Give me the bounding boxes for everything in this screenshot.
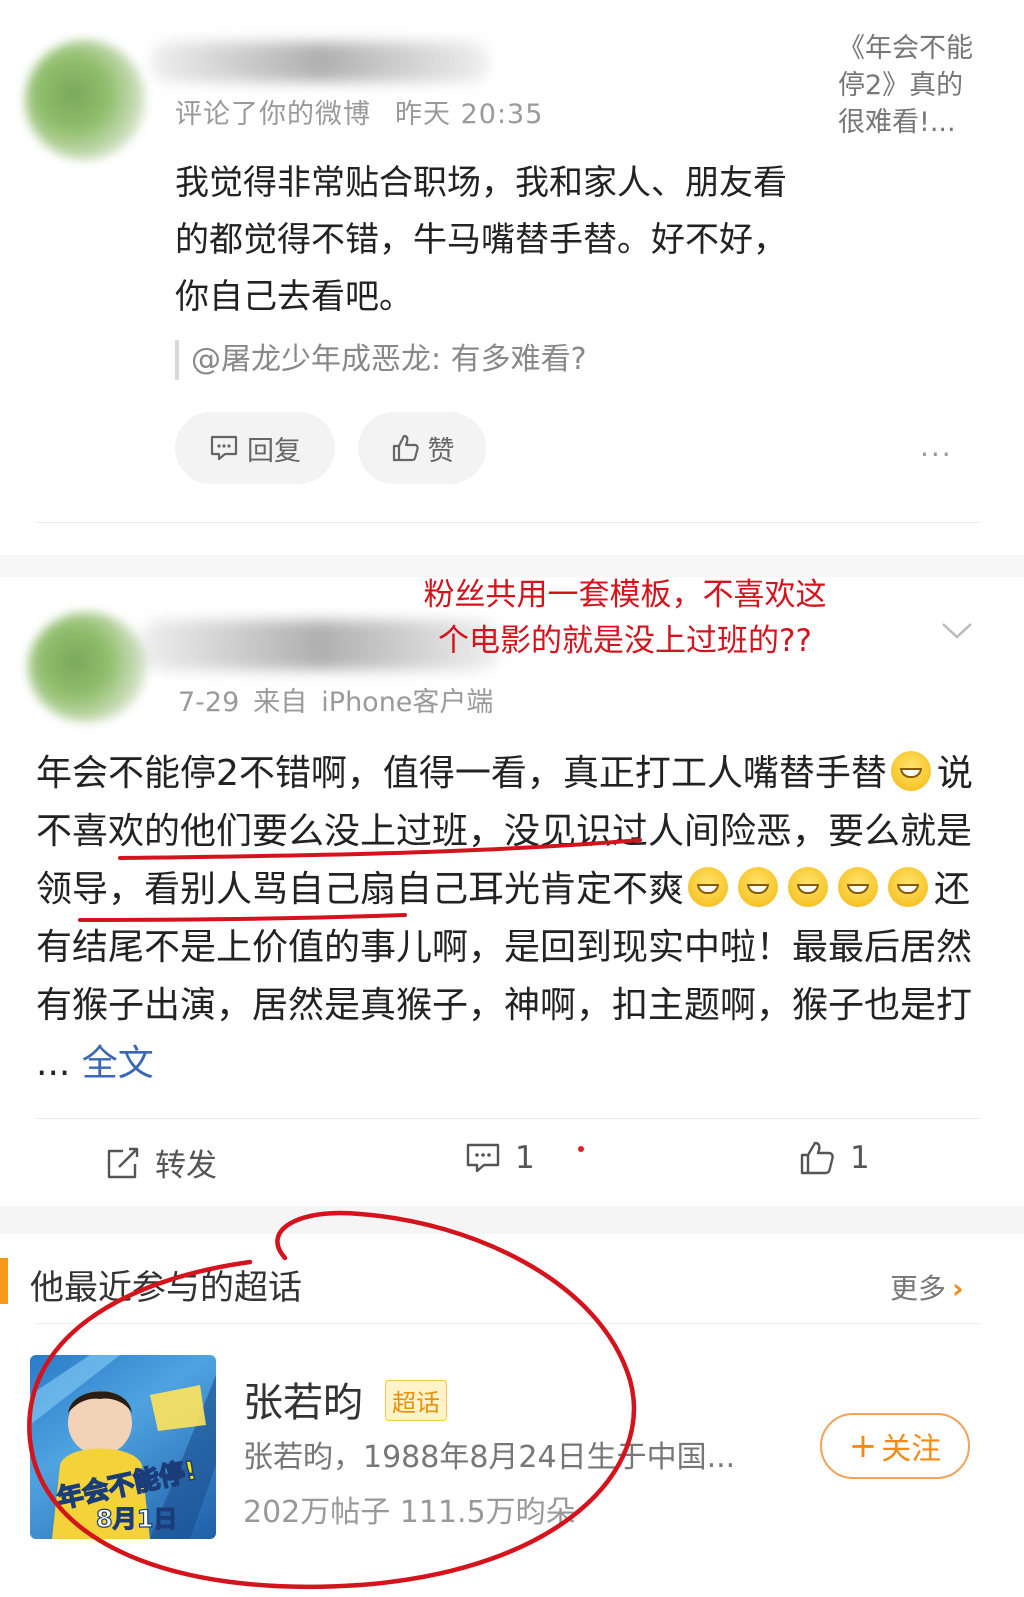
post-body-part1: 年会不能停2不错啊，值得一看，真正打工人嘴替手替 — [36, 753, 887, 794]
plus-icon: + — [848, 1426, 878, 1466]
post-meta: 7-29 来自 iPhone客户端 — [178, 680, 507, 719]
grin-emoji-icon — [838, 867, 879, 907]
divider — [36, 1118, 980, 1119]
full-text-link[interactable]: 全文 — [82, 1043, 154, 1084]
ellipsis: ... — [36, 1043, 82, 1084]
avatar[interactable] — [28, 612, 146, 722]
topic-name[interactable]: 张若昀 — [243, 1370, 363, 1428]
comment-icon — [210, 435, 238, 461]
more-link[interactable]: 更多 › — [890, 1267, 964, 1307]
repost-label: 转发 — [155, 1148, 217, 1184]
grin-emoji-icon — [788, 867, 829, 907]
more-dots-icon[interactable]: ... — [920, 430, 953, 463]
divider — [36, 1323, 980, 1324]
follow-label: 关注 — [881, 1432, 942, 1467]
meta-action: 评论了你的微博 — [175, 99, 371, 130]
reply-label: 回复 — [247, 435, 301, 467]
like-button[interactable]: 赞 — [358, 412, 486, 484]
repost-icon — [107, 1147, 139, 1178]
post-body: 年会不能停2不错啊，值得一看，真正打工人嘴替手替 说不喜欢的他们要么没上过班，没见… — [36, 745, 981, 1093]
chevron-down-icon[interactable] — [940, 620, 974, 646]
section-title: 他最近参与的超话 — [30, 1268, 302, 1308]
super-topic-badge: 超话 — [385, 1380, 447, 1421]
thumb-date-text: 8月1日 — [96, 1505, 177, 1533]
repost-button[interactable]: 转发 — [105, 1140, 217, 1185]
thumbs-up-icon — [392, 434, 419, 462]
grin-emoji-icon — [890, 751, 931, 791]
like-button[interactable]: 1 — [798, 1140, 870, 1176]
notification-dot — [578, 1146, 584, 1152]
section-gap — [0, 1206, 1024, 1234]
grin-emoji-icon — [888, 867, 929, 907]
grin-emoji-icon — [738, 867, 779, 907]
comment-icon — [466, 1143, 500, 1173]
divider — [36, 522, 980, 523]
topic-thumbnail[interactable]: 年会不能停! 8月1日 — [30, 1355, 216, 1539]
source-prefix: 来自 — [253, 687, 308, 718]
topic-description: 张若昀，1988年8月24日生于中国... — [243, 1440, 736, 1475]
comment-count: 1 — [515, 1140, 535, 1176]
comment-meta: 评论了你的微博 昨天 20:35 — [175, 92, 567, 131]
like-label: 赞 — [427, 435, 455, 467]
topic-stats: 202万帖子 111.5万昀朵 — [243, 1495, 576, 1530]
post-body-part3: ，看别人骂自己扇自己耳光肯定不爽 — [108, 869, 685, 910]
quoted-comment[interactable]: @屠龙少年成恶龙: 有多难看? — [175, 340, 587, 380]
username-redacted — [150, 42, 490, 82]
like-count: 1 — [850, 1140, 870, 1176]
avatar[interactable] — [25, 40, 145, 160]
comment-body: 我觉得非常贴合职场，我和家人、朋友看的都觉得不错，牛马嘴替手替。好不好，你自己去… — [175, 163, 787, 317]
reply-button[interactable]: 回复 — [175, 412, 335, 484]
comment-button[interactable]: 1 — [465, 1140, 535, 1176]
meta-time: 昨天 20:35 — [395, 99, 544, 130]
section-accent-bar — [0, 1258, 8, 1304]
thumbs-up-icon — [800, 1141, 834, 1175]
referenced-post-title[interactable]: 《年会不能停2》真的很难看!... — [838, 30, 988, 141]
grin-emoji-icon — [688, 867, 729, 907]
post-date: 7-29 — [178, 687, 240, 718]
chevron-right-icon: › — [952, 1272, 964, 1305]
follow-button[interactable]: + 关注 — [820, 1413, 970, 1479]
red-annotation: 粉丝共用一套模板，不喜欢这个电影的就是没上过班的?? — [423, 577, 827, 659]
post-source: iPhone客户端 — [321, 687, 494, 718]
more-label: 更多 — [890, 1272, 947, 1305]
